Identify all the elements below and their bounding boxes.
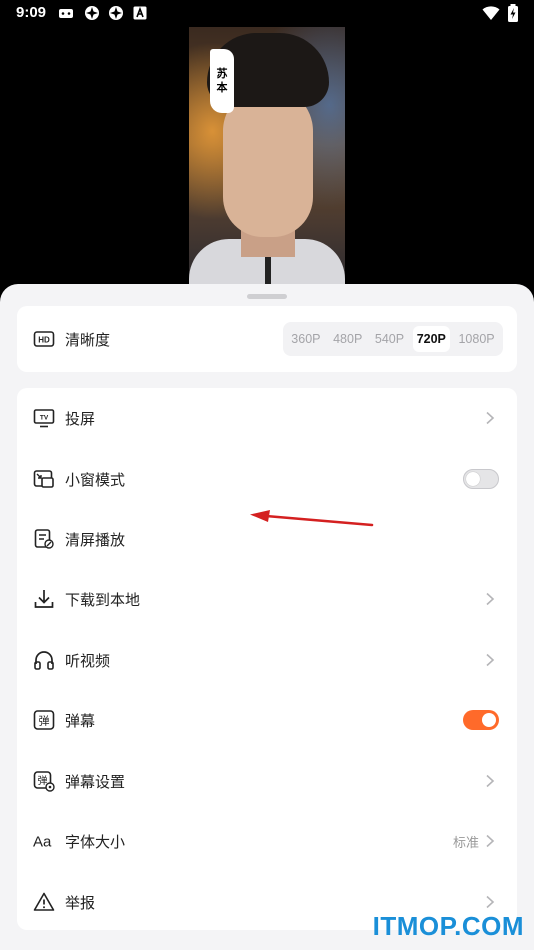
annotation-arrow-icon	[250, 510, 374, 527]
menu-item-danmaku-settings[interactable]: 弹 弹幕设置	[17, 751, 517, 811]
video-tag-char-2: 本	[216, 81, 228, 94]
svg-text:HD: HD	[38, 336, 50, 345]
status-time: 9:09	[16, 4, 47, 21]
chevron-right-icon	[486, 774, 495, 788]
quality-option-360p[interactable]: 360P	[287, 326, 324, 352]
toggle-knob	[482, 713, 496, 727]
drag-handle[interactable]	[247, 294, 287, 299]
chevron-right-icon	[486, 411, 495, 425]
svg-text:Aa: Aa	[33, 834, 52, 851]
quality-card: HD 清晰度 360P 480P 540P 720P 1080P	[17, 306, 517, 372]
battery-charging-icon	[508, 4, 518, 22]
warning-icon	[33, 892, 55, 911]
download-icon	[34, 590, 54, 608]
quality-option-720p[interactable]: 720P	[412, 326, 450, 352]
menu-card: TV 投屏 小窗模式 清屏播放 下载到本地 听视频 弹 弹幕 弹 弹幕设置 Aa…	[17, 388, 517, 930]
menu-item-label: 小窗模式	[65, 470, 126, 489]
chevron-right-icon	[486, 834, 495, 848]
video-overlay-tag: 苏 本	[210, 49, 234, 113]
status-bar: 9:09	[0, 0, 534, 28]
menu-item-label: 字体大小	[65, 832, 126, 851]
menu-item-audio[interactable]: 听视频	[17, 630, 517, 690]
font-size-icon: Aa	[33, 834, 52, 851]
quality-option-540p[interactable]: 540P	[371, 326, 408, 352]
quality-option-1080p[interactable]: 1080P	[454, 326, 498, 352]
video-tag-char-1: 苏	[216, 67, 228, 80]
menu-item-label: 清屏播放	[65, 530, 126, 549]
wifi-icon	[482, 6, 500, 20]
danmaku-toggle[interactable]	[463, 710, 499, 730]
menu-item-label: 下载到本地	[65, 590, 141, 609]
tv-cast-icon: TV	[33, 409, 55, 428]
menu-item-label: 举报	[65, 893, 96, 912]
video-player[interactable]: 苏 本	[189, 27, 345, 287]
menu-item-label: 投屏	[65, 409, 96, 428]
game-controller-icon	[59, 9, 73, 18]
watermark: ITMOP.COM	[372, 911, 524, 941]
svg-text:弹: 弹	[39, 714, 50, 728]
menu-item-label: 弹幕	[65, 711, 96, 730]
chevron-right-icon	[486, 592, 495, 606]
clear-screen-icon	[34, 529, 54, 549]
quality-label: 清晰度	[65, 330, 111, 349]
menu-item-font-size[interactable]: Aa 字体大小 标准	[17, 811, 517, 871]
menu-item-cast[interactable]: TV 投屏	[17, 388, 517, 448]
menu-item-label: 弹幕设置	[65, 772, 126, 791]
hd-icon: HD	[33, 331, 55, 347]
a-letter-icon	[133, 6, 147, 20]
menu-item-download[interactable]: 下载到本地	[17, 569, 517, 629]
headphones-icon	[34, 651, 54, 670]
danmaku-settings-icon: 弹	[33, 771, 55, 792]
settings-bottom-sheet: HD 清晰度 360P 480P 540P 720P 1080P TV 投屏 小…	[0, 284, 534, 950]
danmaku-icon: 弹	[33, 710, 55, 730]
pip-toggle[interactable]	[463, 469, 499, 489]
toggle-knob	[466, 471, 480, 486]
font-size-value: 标准	[452, 835, 479, 851]
menu-item-label: 听视频	[65, 651, 111, 670]
settings-gear-icon	[85, 6, 99, 20]
quality-selector[interactable]: 360P 480P 540P 720P 1080P	[283, 322, 503, 356]
chevron-right-icon	[486, 653, 495, 667]
video-face	[223, 87, 313, 237]
settings-gear-icon	[109, 6, 123, 20]
menu-item-danmaku: 弹 弹幕	[17, 690, 517, 750]
menu-item-pip: 小窗模式	[17, 449, 517, 509]
svg-text:TV: TV	[40, 415, 49, 422]
video-zipper	[265, 255, 271, 287]
pip-window-icon	[33, 470, 54, 488]
quality-option-480p[interactable]: 480P	[329, 326, 366, 352]
chevron-right-icon	[486, 895, 495, 909]
